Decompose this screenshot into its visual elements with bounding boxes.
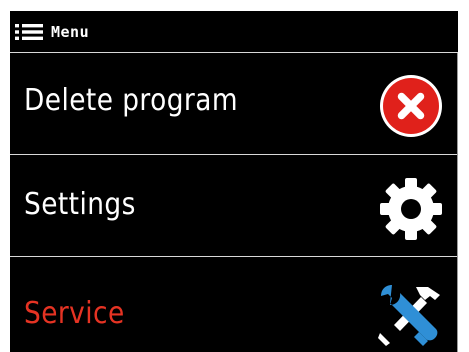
wrench-hammer-icon <box>378 285 440 346</box>
menu-item-service[interactable]: Service <box>10 257 457 352</box>
menu-item-delete-program[interactable]: Delete program <box>10 53 457 155</box>
menu-screen: Menu Delete program Settings Service <box>10 11 458 352</box>
menu-item-label: Delete program <box>24 83 238 118</box>
menu-header: Menu <box>10 11 458 53</box>
scrollbar[interactable] <box>457 53 458 352</box>
menu-item-label: Settings <box>24 187 136 222</box>
menu-item-settings[interactable]: Settings <box>10 155 457 257</box>
delete-x-icon <box>380 75 442 137</box>
menu-item-label: Service <box>24 296 125 331</box>
menu-title: Menu <box>51 23 90 41</box>
gear-icon <box>380 178 442 240</box>
list-menu-icon[interactable] <box>15 24 43 40</box>
